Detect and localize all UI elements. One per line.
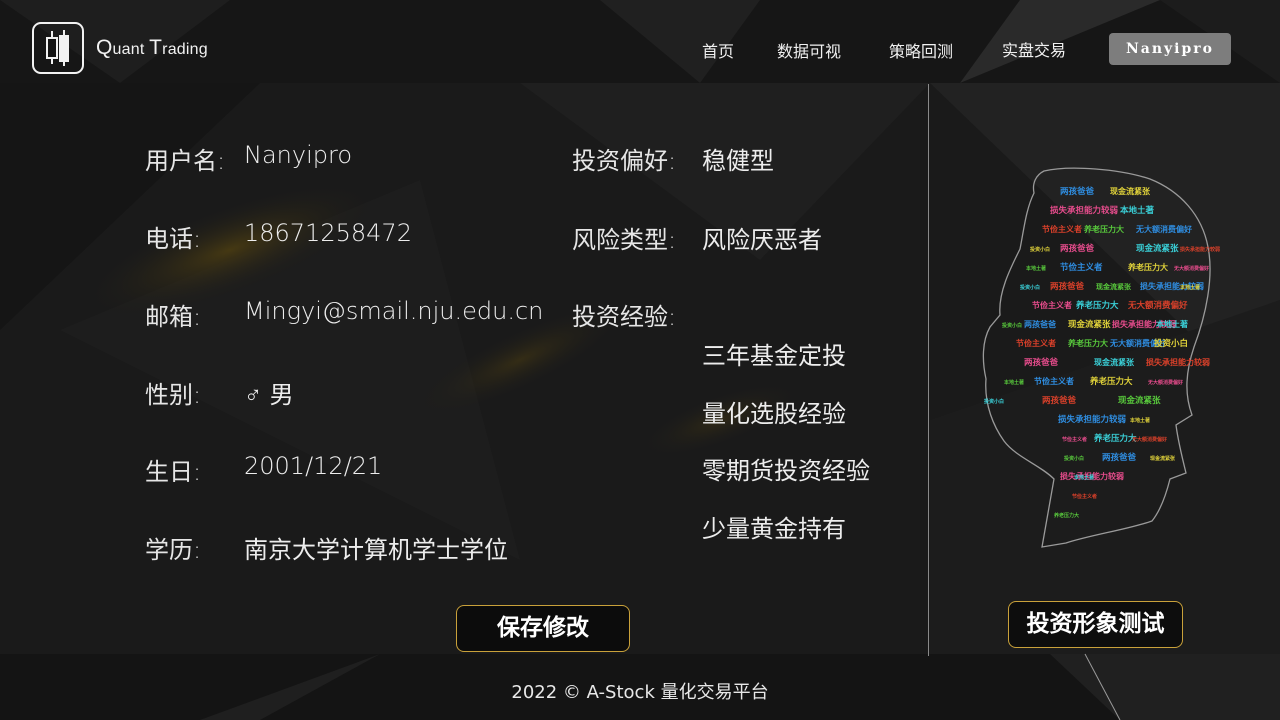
wordcloud-word: 本地土著 (1129, 417, 1150, 424)
experience-item[interactable]: 零期货投资经验 (702, 451, 870, 486)
wordcloud-word: 养老压力大 (1075, 300, 1119, 311)
wordcloud-word: 节俭主义者 (1034, 376, 1074, 386)
save-changes-button[interactable]: 保存修改 (456, 605, 630, 652)
wordcloud-word: 现金流紧张 (1094, 357, 1135, 367)
wordcloud-word: 养老压力大 (1089, 376, 1133, 387)
wordcloud-word: 养老压力大 (1093, 433, 1137, 444)
investor-profile-wordcloud: 两孩爸爸 现金流紧张 损失承担能力较弱 本地土著 节俭主义者 养老压力大 无大额消费偏好 投资… (980, 165, 1220, 555)
wordcloud-word: 两孩爸爸 (1042, 395, 1077, 406)
wordcloud-word: 节俭主义者 (1060, 262, 1103, 273)
wordcloud-word: 无大额消费偏好 (1131, 436, 1167, 443)
experience-item[interactable]: 量化选股经验 (702, 394, 846, 429)
wordcloud-word: 两孩爸爸 (1050, 281, 1085, 292)
wordcloud-word: 节俭主义者 (1016, 338, 1056, 348)
wordcloud-word: 本地土著 (1025, 265, 1046, 272)
wordcloud-word: 无大额消费偏好 (1127, 300, 1188, 311)
birthday-label: 生日: (145, 458, 202, 486)
wordcloud-word: 养老压力大 (1067, 338, 1108, 348)
wordcloud-word: 本地土著 (1179, 284, 1200, 291)
nav-live-trading[interactable]: 实盘交易 (1002, 37, 1066, 61)
risk-type-value[interactable]: 风险厌恶者 (702, 220, 822, 255)
wordcloud-word: 投资小白 (1030, 246, 1050, 253)
candlestick-logo-icon[interactable] (32, 22, 84, 74)
wordcloud-word: 投资小白 (1064, 455, 1084, 462)
wordcloud-word: 现金流紧张 (1118, 395, 1161, 406)
wordcloud-word: 节俭主义者 (1042, 224, 1082, 234)
email-value[interactable]: Mingyi@smail.nju.edu.cn (244, 297, 543, 325)
wordcloud-word: 损失承担能力较弱 (1146, 357, 1210, 367)
wordcloud-word: 损失承担能力较弱 (1180, 246, 1220, 253)
footer-copyright: 2022 © A-Stock 量化交易平台 (511, 682, 769, 703)
wordcloud-word: 养老压力大 (1083, 224, 1124, 234)
birthday-value[interactable]: 2001/12/21 (244, 452, 382, 480)
wordcloud-word: 投资小白 (984, 398, 1004, 405)
user-menu-button[interactable]: Nanyipro (1109, 33, 1231, 65)
investment-preference-label: 投资偏好: (572, 147, 677, 175)
nav-strategy-backtest[interactable]: 策略回测 (889, 38, 953, 62)
wordcloud-word: 两孩爸爸 (1024, 357, 1059, 368)
wordcloud-word: 投资小白 (1154, 338, 1188, 349)
wordcloud-word: 养老压力大 (1053, 512, 1079, 519)
wordcloud-word: 节俭主义者 (1062, 436, 1087, 443)
wordcloud-word: 现金流紧张 (1136, 243, 1179, 254)
wordcloud-word: 现金流紧张 (1068, 319, 1111, 330)
wordcloud-word: 损失承担能力较弱 (1050, 205, 1119, 216)
app-title[interactable]: Quant Trading (96, 36, 208, 60)
username-label: 用户名: (145, 147, 226, 175)
investment-experience-label: 投资经验: (572, 303, 677, 331)
phone-value[interactable]: 18671258472 (244, 219, 412, 247)
wordcloud-word: 两孩爸爸 (1060, 243, 1095, 254)
wordcloud-word: 现金流紧张 (1096, 282, 1132, 291)
nav-data-visualization[interactable]: 数据可视 (777, 38, 841, 62)
wordcloud-word: 两孩爸爸 (1102, 452, 1137, 463)
wordcloud-word: 现金流紧张 (1110, 186, 1151, 196)
vertical-divider (928, 84, 929, 656)
risk-type-label: 风险类型: (572, 226, 677, 254)
wordcloud-word: 养老压力大 (1127, 262, 1168, 272)
wordcloud-word: 本地土著 (1120, 205, 1155, 216)
education-value[interactable]: 南京大学计算机学士学位 (244, 530, 508, 565)
wordcloud-word: 节俭主义者 (1072, 493, 1097, 500)
investment-profile-test-button[interactable]: 投资形象测试 (1008, 601, 1183, 648)
wordcloud-word: 节俭主义者 (1032, 300, 1072, 310)
education-label: 学历: (145, 536, 202, 564)
gender-label: 性别: (145, 381, 202, 409)
wordcloud-word: 无大额消费偏好 (1135, 224, 1192, 234)
wordcloud-word: 投资小白 (1020, 284, 1040, 291)
experience-item[interactable]: 少量黄金持有 (702, 509, 846, 544)
experience-item[interactable]: 三年基金定投 (702, 336, 846, 371)
email-label: 邮箱: (145, 303, 202, 331)
wordcloud-word: 两孩爸爸 (1024, 319, 1056, 329)
nav-home[interactable]: 首页 (702, 38, 734, 62)
wordcloud-word: 现金流紧张 (1150, 455, 1176, 462)
username-value[interactable]: Nanyipro (244, 141, 352, 169)
wordcloud-word: 本地土著 (1003, 379, 1024, 386)
wordcloud-word: 两孩爸爸 (1060, 186, 1095, 197)
wordcloud-word: 无大额消费偏好 (1147, 379, 1183, 386)
wordcloud-word: 投资小白 (1002, 322, 1022, 329)
wordcloud-word: 本地土著 (1155, 319, 1188, 329)
gender-value[interactable]: ♂ 男 (244, 375, 294, 410)
wordcloud-word: 损失承担能力较弱 (1058, 414, 1127, 425)
wordcloud-word: 本地土著 (1073, 474, 1094, 481)
wordcloud-word: 无大额消费偏好 (1173, 265, 1209, 272)
phone-label: 电话: (145, 225, 202, 253)
investment-preference-value[interactable]: 稳健型 (702, 141, 774, 176)
top-navbar: Quant Trading 首页 数据可视 策略回测 实盘交易 Nanyipro (0, 0, 1280, 83)
